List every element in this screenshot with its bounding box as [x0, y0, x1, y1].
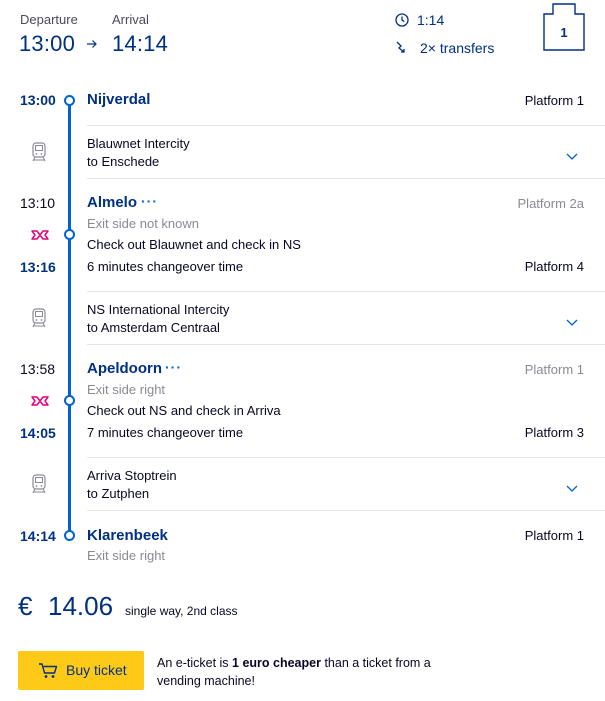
e-ticket-note-prefix: An e-ticket is	[157, 656, 233, 670]
stop-node	[64, 229, 75, 240]
stop-time: 13:00	[20, 92, 56, 108]
stop-name: Almelo	[87, 194, 138, 211]
platform: Platform 1	[524, 93, 584, 108]
arrival-time: 14:14	[112, 31, 169, 56]
stop-node	[64, 395, 75, 406]
divider	[87, 178, 605, 179]
duration: 1:14	[417, 12, 445, 28]
stop-node	[64, 530, 75, 541]
platform: Platform 1	[524, 528, 584, 543]
arrival-platform: Platform 1	[524, 362, 584, 377]
departure-label: Departure	[20, 12, 78, 27]
check-in-out-icon	[30, 394, 50, 408]
price-currency: €	[18, 591, 33, 621]
divider	[87, 344, 605, 345]
buy-ticket-label: Buy ticket	[66, 662, 127, 678]
price-description: single way, 2nd class	[125, 604, 238, 618]
stop-time: 14:14	[20, 528, 56, 544]
train-icon	[30, 473, 48, 495]
departure-platform: Platform 4	[524, 259, 584, 274]
leg-direction: to Amsterdam Centraal	[87, 320, 220, 335]
e-ticket-note-bold: 1 euro cheaper	[232, 656, 321, 670]
more-options-button[interactable]: ···	[165, 359, 182, 375]
shopping-cart-icon	[38, 662, 58, 679]
e-ticket-note: An e-ticket is 1 euro cheaper than a tic…	[157, 654, 457, 690]
divider	[87, 457, 605, 458]
departure-time: 13:00	[19, 31, 76, 56]
ticket-count-badge[interactable]: 1	[543, 3, 585, 51]
exit-side: Exit side not known	[87, 216, 200, 231]
chevron-down-icon[interactable]	[565, 480, 579, 492]
check-in-out-icon	[30, 228, 50, 242]
transfer-note: Check out NS and check in Arriva	[87, 403, 281, 418]
transfer-note: Check out Blauwnet and check in NS	[87, 237, 301, 252]
departure-platform: Platform 3	[524, 425, 584, 440]
price-amount: 14.06	[48, 591, 114, 621]
arrow-right-icon	[86, 37, 98, 49]
exit-side: Exit side right	[87, 548, 166, 563]
departure-time-stop: 14:05	[20, 425, 56, 441]
arrival-time-stop: 13:10	[20, 195, 56, 211]
chevron-down-icon[interactable]	[565, 314, 579, 326]
divider	[87, 291, 605, 292]
exit-side: Exit side right	[87, 382, 166, 397]
transfers-count: 2× transfers	[420, 40, 495, 56]
leg-service: Arriva Stoptrein	[87, 468, 177, 483]
leg-direction: to Zutphen	[87, 486, 150, 501]
stop-node	[64, 95, 75, 106]
stop-name: Nijverdal	[87, 91, 151, 108]
arrival-time-stop: 13:58	[20, 361, 56, 377]
buy-ticket-button[interactable]: Buy ticket	[18, 651, 144, 690]
arrival-label: Arrival	[112, 12, 149, 27]
departure-time-stop: 13:16	[20, 259, 56, 275]
route-line	[68, 99, 71, 535]
stop-name: Klarenbeek	[87, 527, 168, 544]
more-options-button[interactable]: ···	[141, 193, 158, 209]
chevron-down-icon[interactable]	[565, 148, 579, 160]
train-icon	[30, 307, 48, 329]
ticket-count: 1	[560, 25, 568, 40]
divider	[87, 510, 605, 511]
arrival-platform: Platform 2a	[517, 196, 584, 211]
changeover-time: 6 minutes changeover time	[87, 259, 244, 274]
leg-direction: to Enschede	[87, 154, 160, 169]
divider	[87, 125, 605, 126]
changeover-time: 7 minutes changeover time	[87, 425, 244, 440]
clock-icon	[395, 13, 409, 27]
leg-service: NS International Intercity	[87, 302, 230, 317]
transfer-icon	[394, 40, 408, 54]
train-icon	[30, 141, 48, 163]
stop-name: Apeldoorn	[87, 360, 162, 377]
leg-service: Blauwnet Intercity	[87, 136, 190, 151]
